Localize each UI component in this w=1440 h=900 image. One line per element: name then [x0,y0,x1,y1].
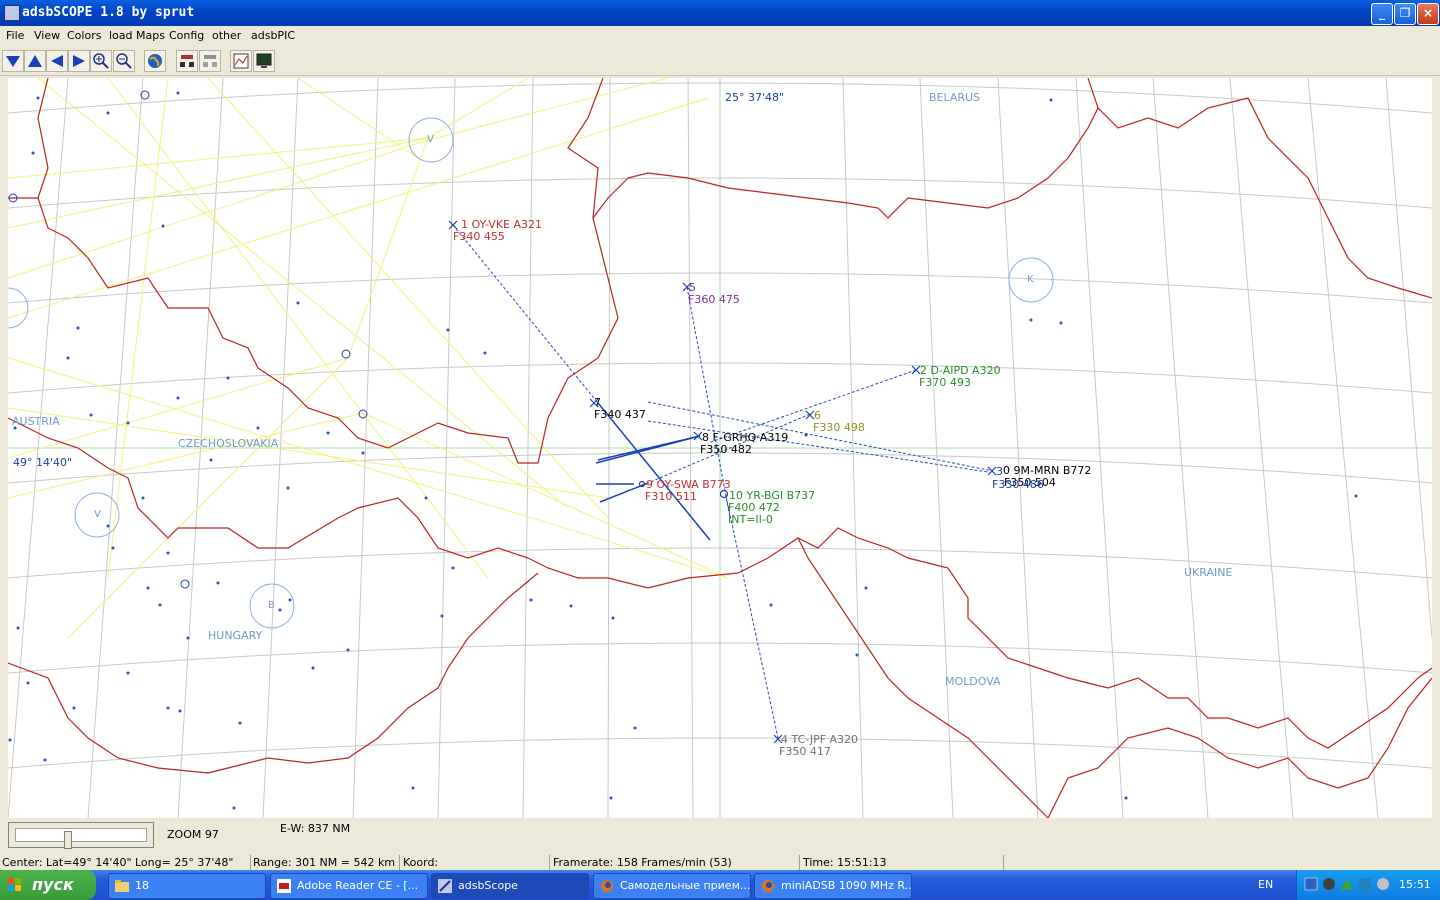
monitor-icon[interactable] [253,50,275,72]
task-folder-18[interactable]: 18 [108,873,266,899]
zoom-in-icon[interactable] [90,50,112,72]
zoom-slider[interactable] [8,822,154,849]
group-icon[interactable] [176,50,198,72]
title-bar[interactable]: adsbSCOPE 1.8 by sprut _ ❐ × [0,0,1440,26]
aircraft-10-status: INT=II-0 [728,513,773,526]
trail-lines [595,402,711,541]
pdf-icon [277,879,291,893]
waypoints [8,91,1358,810]
globe-icon[interactable] [144,50,166,72]
adsbscope-icon [438,879,452,893]
menu-file[interactable]: File [6,29,24,42]
vor-label-b: B [268,600,275,611]
menu-load-maps[interactable]: load Maps [109,29,165,42]
airports [8,90,368,589]
close-button[interactable]: × [1417,3,1439,25]
country-label-czechoslovakia: CZECHOSLOVAKIA [178,437,279,450]
menu-adsbpic[interactable]: adsbPIC [251,29,295,42]
firefox-icon [601,880,613,892]
zoom-slider-track[interactable] [15,828,147,849]
aircraft-4-alt: F350 417 [779,745,831,758]
task-firefox-2[interactable]: miniADSB 1090 MHz R... [754,873,912,899]
arrow-right-icon[interactable] [68,50,90,72]
menu-bar: File View Colors load Maps Config other … [0,26,1440,46]
aircraft-3-alt: F330 486 [992,478,1044,491]
task-label: miniADSB 1090 MHz R... [781,879,912,892]
app-icon [4,5,20,21]
status-time: Time: 15:51:13 [801,855,1004,870]
taskbar: пуск 18 Adobe Reader CE - [... adsbScope… [0,870,1440,900]
status-framerate: Framerate: 158 Frames/min (53) [551,855,800,870]
start-button[interactable]: пуск [0,870,96,900]
menu-colors[interactable]: Colors [67,29,101,42]
country-label-moldova: MOLDOVA [945,675,1001,688]
group-gray-icon[interactable] [199,50,221,72]
country-label-ukraine: UKRAINE [1184,566,1233,579]
start-label: пуск [32,875,74,894]
aircraft-1-alt: F340 455 [453,230,505,243]
menu-view[interactable]: View [34,29,60,42]
vor-label-v1: V [427,134,434,145]
vor-label-v2: V [94,509,101,520]
vor-label-k: K [1027,274,1034,285]
latitude-label: 49° 14'40" [13,456,73,469]
folder-icon [115,880,129,892]
menu-other[interactable]: other [212,29,241,42]
tray-icons [1304,877,1389,891]
windows-logo-icon [8,878,21,891]
aircraft-2-alt: F370 493 [919,376,971,389]
firefox-icon [762,880,774,892]
minimize-button[interactable]: _ [1371,3,1393,25]
clock[interactable]: 15:51 [1399,878,1431,891]
arrow-up-icon[interactable] [24,50,46,72]
aircraft-6-alt: F330 498 [813,421,865,434]
task-label: Самодельные прием... [620,879,751,892]
country-label-austria: AUSTRIA [12,415,60,428]
longitude-label: 25° 37'48" [725,91,785,104]
zoom-out-icon[interactable] [113,50,135,72]
window-title: adsbSCOPE 1.8 by sprut [22,5,195,20]
task-label: 18 [135,879,149,892]
aircraft-8-alt: F350 482 [700,443,752,456]
status-range: Range: 301 NM = 542 km [251,855,400,870]
status-bar: Center: Lat=49° 14'40" Long= 25° 37'48" … [0,855,1440,870]
ew-label: E-W: 837 NM [280,822,351,835]
zoom-label: ZOOM 97 [167,828,219,841]
language-indicator[interactable]: EN [1258,878,1273,891]
zoom-slider-thumb[interactable] [64,831,72,849]
country-label-hungary: HUNGARY [208,629,263,642]
radar-map[interactable]: BELARUS AUSTRIA CZECHOSLOVAKIA HUNGARY U… [8,78,1432,818]
maximize-button[interactable]: ❐ [1394,3,1416,25]
country-label-belarus: BELARUS [929,91,981,104]
status-koord: Koord: [401,855,550,870]
arrow-down-icon[interactable] [2,50,24,72]
task-firefox-1[interactable]: Самодельные прием... [593,873,751,899]
aircraft-5-alt: F360 475 [688,293,740,306]
aircraft-9-alt: F310 511 [645,490,697,503]
airways [8,78,729,639]
aircraft-7-alt: F340 437 [594,408,646,421]
toolbar [0,47,1440,76]
aircraft-3-id[interactable]: 3 [996,466,1003,478]
task-label: adsbScope [458,879,518,892]
task-label: Adobe Reader CE - [... [297,879,419,892]
task-adobe-reader[interactable]: Adobe Reader CE - [... [270,873,428,899]
task-adsbscope[interactable]: adsbScope [431,873,589,899]
menu-config[interactable]: Config [169,29,204,42]
status-center: Center: Lat=49° 14'40" Long= 25° 37'48" [0,855,251,870]
system-tray: 15:51 [1296,870,1440,900]
chart-icon[interactable] [230,50,252,72]
arrow-left-icon[interactable] [46,50,68,72]
